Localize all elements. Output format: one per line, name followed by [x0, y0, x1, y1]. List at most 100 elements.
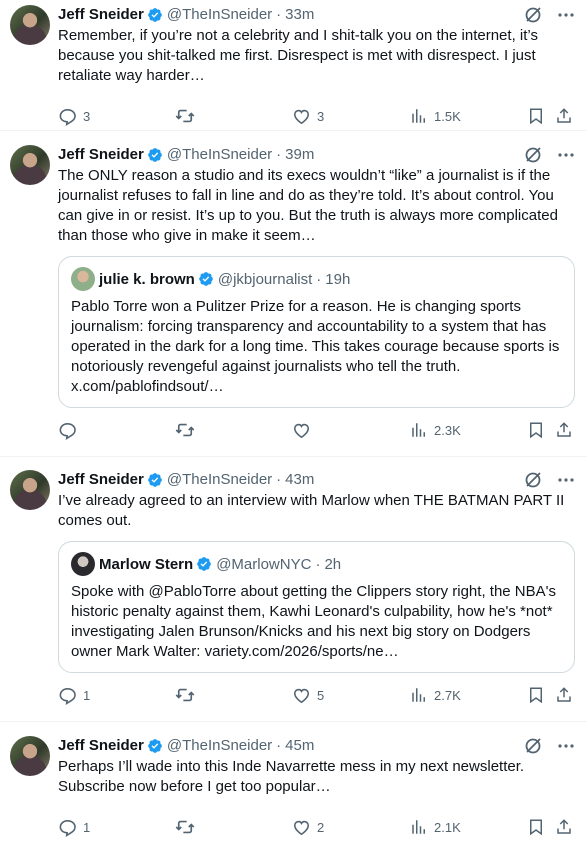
retweet-icon [175, 109, 195, 123]
tweet[interactable]: Jeff Sneider @TheInSneider · 43m I’ve al… [0, 457, 587, 722]
grok-icon[interactable] [523, 470, 543, 490]
quoted-author-handle: @MarlowNYC [216, 555, 312, 573]
views-button[interactable]: 2.1K [410, 818, 461, 836]
bookmark-icon[interactable] [527, 818, 545, 836]
timestamp[interactable]: 33m [285, 5, 314, 25]
header-actions [523, 736, 575, 756]
action-bar: 1 5 2.7K [58, 673, 575, 717]
avatar[interactable] [10, 5, 50, 45]
tweet[interactable]: Jeff Sneider @TheInSneider · 33m Remembe… [0, 0, 587, 131]
retweet-icon [175, 820, 195, 834]
reply-count: 1 [83, 819, 91, 835]
tweet[interactable]: Jeff Sneider @TheInSneider · 39m The ONL… [0, 131, 587, 457]
action-bar: 1 2 2.1K [58, 805, 575, 849]
quoted-tweet[interactable]: Marlow Stern @MarlowNYC · 2h Spoke with … [58, 541, 575, 673]
views-icon [412, 688, 425, 702]
tweet-header: Jeff Sneider @TheInSneider · 45m [58, 736, 575, 756]
avatar[interactable] [10, 470, 50, 510]
quoted-tweet-text: Spoke with @PabloTorre about getting the… [71, 583, 557, 660]
views-icon [412, 423, 425, 437]
author-name[interactable]: Jeff Sneider [58, 470, 144, 490]
tweet[interactable]: Jeff Sneider @TheInSneider · 45m Perhaps… [0, 722, 587, 841]
like-count: 3 [317, 108, 325, 124]
like-button[interactable] [292, 421, 317, 440]
verified-badge-icon [148, 8, 162, 22]
like-icon [293, 109, 310, 124]
bookmark-icon[interactable] [527, 421, 545, 439]
like-icon [293, 423, 310, 438]
quoted-tweet-header: Marlow Stern @MarlowNYC · 2h [71, 552, 562, 576]
reply-button[interactable]: 1 [58, 686, 90, 705]
view-count: 2.7K [434, 687, 461, 703]
tweet-header: Jeff Sneider @TheInSneider · 33m [58, 5, 575, 25]
like-button[interactable]: 3 [292, 107, 324, 126]
quoted-tweet[interactable]: julie k. brown @jkbjournalist · 19h Pabl… [58, 256, 575, 408]
separator: · [276, 146, 282, 163]
author-name[interactable]: Jeff Sneider [58, 145, 144, 165]
more-icon[interactable] [557, 737, 575, 755]
verified-badge-icon [148, 148, 162, 162]
timestamp[interactable]: 45m [285, 736, 314, 756]
retweet-button[interactable] [175, 106, 201, 126]
like-button[interactable]: 5 [292, 686, 324, 705]
share-icon[interactable] [555, 421, 573, 439]
views-button[interactable]: 1.5K [410, 107, 461, 125]
share-icon[interactable] [555, 107, 573, 125]
quoted-tweet-header: julie k. brown @jkbjournalist · 19h [71, 267, 562, 291]
share-icon[interactable] [555, 818, 573, 836]
reply-icon [59, 108, 76, 126]
avatar[interactable] [10, 145, 50, 185]
view-count: 1.5K [434, 108, 461, 124]
views-button[interactable]: 2.3K [410, 421, 461, 439]
retweet-icon [175, 423, 195, 437]
author-handle[interactable]: @TheInSneider [167, 470, 272, 490]
timestamp[interactable]: 43m [285, 470, 314, 490]
quoted-timestamp: 19h [325, 270, 351, 288]
more-icon[interactable] [557, 146, 575, 164]
grok-icon[interactable] [523, 736, 543, 756]
author-handle[interactable]: @TheInSneider [167, 736, 272, 756]
header-actions [523, 145, 575, 165]
more-icon[interactable] [557, 471, 575, 489]
avatar[interactable] [10, 736, 50, 776]
bookmark-icon[interactable] [527, 686, 545, 704]
separator: · [276, 737, 282, 754]
reply-count: 1 [83, 687, 91, 703]
quoted-timestamp: 2h [324, 555, 342, 573]
separator: · [315, 555, 321, 573]
grok-icon[interactable] [523, 145, 543, 165]
like-button[interactable]: 2 [292, 818, 324, 837]
author-handle[interactable]: @TheInSneider [167, 145, 272, 165]
like-icon [293, 688, 310, 703]
reply-button[interactable]: 1 [58, 818, 90, 837]
separator: · [276, 471, 282, 488]
reply-icon [59, 819, 76, 837]
reply-icon [59, 422, 76, 440]
retweet-icon [175, 688, 195, 702]
reply-button[interactable] [58, 421, 83, 440]
timestamp[interactable]: 39m [285, 145, 314, 165]
reply-icon [59, 687, 76, 705]
verified-badge-icon [199, 272, 213, 286]
grok-icon[interactable] [523, 5, 543, 25]
quoted-tweet-text: Pablo Torre won a Pulitzer Prize for a r… [71, 298, 560, 395]
more-icon[interactable] [557, 6, 575, 24]
tweet-header: Jeff Sneider @TheInSneider · 43m [58, 470, 575, 490]
author-handle[interactable]: @TheInSneider [167, 5, 272, 25]
tweet-text: Remember, if you’re not a celebrity and … [58, 27, 538, 84]
separator: · [276, 6, 282, 23]
action-bar: 2.3K [58, 408, 575, 452]
views-button[interactable]: 2.7K [410, 686, 461, 704]
tweet-header: Jeff Sneider @TheInSneider · 39m [58, 145, 575, 165]
verified-badge-icon [148, 473, 162, 487]
reply-button[interactable]: 3 [58, 107, 90, 126]
retweet-button[interactable] [175, 685, 201, 705]
quoted-avatar [71, 267, 95, 291]
retweet-button[interactable] [175, 420, 201, 440]
author-name[interactable]: Jeff Sneider [58, 736, 144, 756]
quoted-author-name: Marlow Stern [99, 555, 194, 573]
retweet-button[interactable] [175, 817, 201, 837]
author-name[interactable]: Jeff Sneider [58, 5, 144, 25]
bookmark-icon[interactable] [527, 107, 545, 125]
share-icon[interactable] [555, 686, 573, 704]
